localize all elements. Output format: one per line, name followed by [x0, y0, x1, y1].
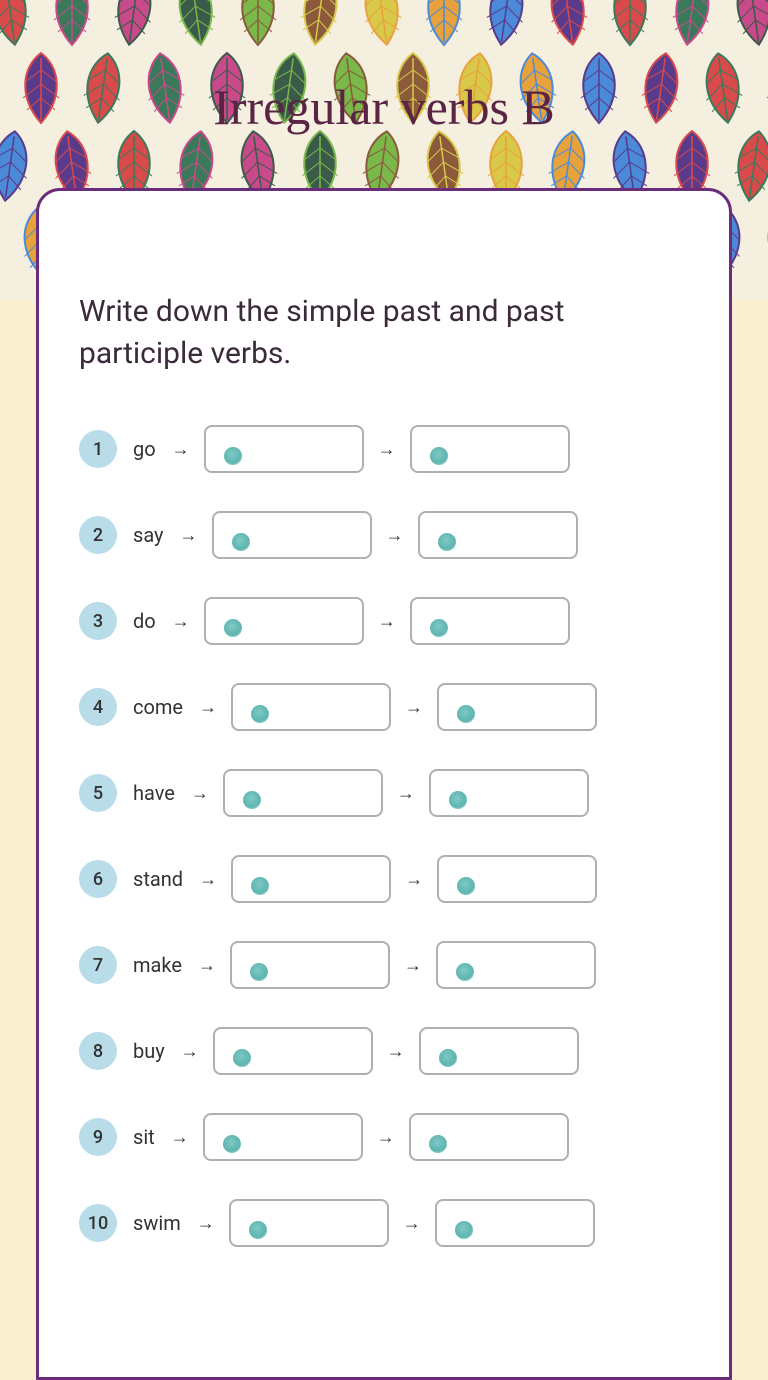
simple-past-input[interactable]: [203, 1113, 363, 1161]
simple-past-input[interactable]: [230, 941, 390, 989]
input-marker-icon: [457, 705, 475, 723]
input-marker-icon: [430, 619, 448, 637]
input-marker-icon: [455, 1221, 473, 1239]
row-number-badge: 2: [79, 516, 117, 554]
arrow-icon: →: [386, 525, 404, 546]
input-marker-icon: [456, 963, 474, 981]
simple-past-input[interactable]: [204, 597, 364, 645]
input-marker-icon: [251, 705, 269, 723]
arrow-icon: →: [197, 1213, 215, 1234]
past-participle-input[interactable]: [418, 511, 578, 559]
input-marker-icon: [251, 877, 269, 895]
input-marker-icon: [449, 791, 467, 809]
arrow-icon: →: [403, 1213, 421, 1234]
verb-row: 7 make → →: [79, 941, 689, 989]
row-number-badge: 4: [79, 688, 117, 726]
verb-row: 4 come → →: [79, 683, 689, 731]
base-verb-text: swim: [133, 1211, 181, 1235]
input-marker-icon: [457, 877, 475, 895]
row-number-badge: 3: [79, 602, 117, 640]
verb-row: 1 go → →: [79, 425, 689, 473]
verb-row: 6 stand → →: [79, 855, 689, 903]
input-marker-icon: [439, 1049, 457, 1067]
verb-row: 10 swim → →: [79, 1199, 689, 1247]
verb-row: 2 say → →: [79, 511, 689, 559]
base-verb-text: sit: [133, 1125, 155, 1149]
arrow-icon: →: [199, 869, 217, 890]
row-number-badge: 5: [79, 774, 117, 812]
arrow-icon: →: [171, 1127, 189, 1148]
input-marker-icon: [224, 619, 242, 637]
arrow-icon: →: [377, 1127, 395, 1148]
simple-past-input[interactable]: [204, 425, 364, 473]
page-title: Irregular verbs B: [213, 78, 555, 136]
verb-row: 5 have → →: [79, 769, 689, 817]
instructions-text: Write down the simple past and past part…: [79, 291, 689, 375]
input-marker-icon: [429, 1135, 447, 1153]
arrow-icon: →: [199, 697, 217, 718]
input-marker-icon: [438, 533, 456, 551]
row-number-badge: 10: [79, 1204, 117, 1242]
verb-row: 9 sit → →: [79, 1113, 689, 1161]
past-participle-input[interactable]: [429, 769, 589, 817]
base-verb-text: stand: [133, 867, 183, 891]
arrow-icon: →: [180, 525, 198, 546]
arrow-icon: →: [172, 439, 190, 460]
row-number-badge: 8: [79, 1032, 117, 1070]
input-marker-icon: [224, 447, 242, 465]
past-participle-input[interactable]: [437, 855, 597, 903]
simple-past-input[interactable]: [213, 1027, 373, 1075]
arrow-icon: →: [378, 611, 396, 632]
page-title-banner: Irregular verbs B: [213, 78, 555, 136]
arrow-icon: →: [405, 697, 423, 718]
past-participle-input[interactable]: [435, 1199, 595, 1247]
verb-list: 1 go → → 2 say → → 3 do → → 4 come: [79, 425, 689, 1247]
past-participle-input[interactable]: [437, 683, 597, 731]
row-number-badge: 1: [79, 430, 117, 468]
arrow-icon: →: [404, 955, 422, 976]
base-verb-text: make: [133, 953, 182, 977]
input-marker-icon: [430, 447, 448, 465]
simple-past-input[interactable]: [223, 769, 383, 817]
simple-past-input[interactable]: [231, 855, 391, 903]
arrow-icon: →: [198, 955, 216, 976]
row-number-badge: 6: [79, 860, 117, 898]
simple-past-input[interactable]: [212, 511, 372, 559]
arrow-icon: →: [191, 783, 209, 804]
past-participle-input[interactable]: [436, 941, 596, 989]
arrow-icon: →: [378, 439, 396, 460]
row-number-badge: 7: [79, 946, 117, 984]
past-participle-input[interactable]: [409, 1113, 569, 1161]
past-participle-input[interactable]: [410, 597, 570, 645]
input-marker-icon: [243, 791, 261, 809]
arrow-icon: →: [172, 611, 190, 632]
arrow-icon: →: [405, 869, 423, 890]
row-number-badge: 9: [79, 1118, 117, 1156]
base-verb-text: do: [133, 609, 156, 633]
base-verb-text: come: [133, 695, 183, 719]
verb-row: 3 do → →: [79, 597, 689, 645]
base-verb-text: go: [133, 437, 156, 461]
input-marker-icon: [249, 1221, 267, 1239]
arrow-icon: →: [397, 783, 415, 804]
input-marker-icon: [232, 533, 250, 551]
input-marker-icon: [250, 963, 268, 981]
base-verb-text: have: [133, 781, 175, 805]
input-marker-icon: [233, 1049, 251, 1067]
input-marker-icon: [223, 1135, 241, 1153]
simple-past-input[interactable]: [229, 1199, 389, 1247]
verb-row: 8 buy → →: [79, 1027, 689, 1075]
past-participle-input[interactable]: [410, 425, 570, 473]
base-verb-text: buy: [133, 1039, 165, 1063]
base-verb-text: say: [133, 523, 164, 547]
past-participle-input[interactable]: [419, 1027, 579, 1075]
worksheet-card: Write down the simple past and past part…: [36, 188, 732, 1380]
simple-past-input[interactable]: [231, 683, 391, 731]
arrow-icon: →: [387, 1041, 405, 1062]
arrow-icon: →: [181, 1041, 199, 1062]
